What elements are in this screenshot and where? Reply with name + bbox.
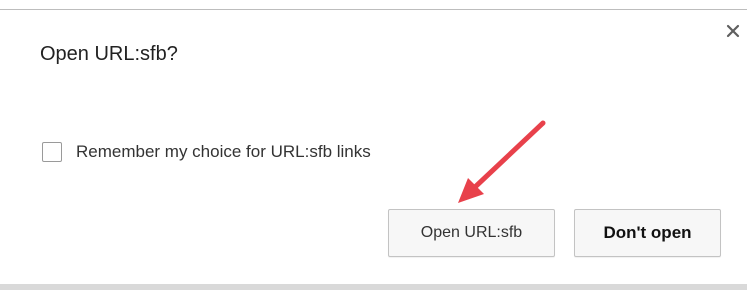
- remember-choice-label[interactable]: Remember my choice for URL:sfb links: [76, 142, 371, 162]
- close-icon[interactable]: [725, 23, 741, 39]
- close-icon-glyph: [726, 24, 740, 38]
- bottom-band: [0, 284, 747, 290]
- screenshot-frame: Open URL:sfb? Remember my choice for URL…: [0, 0, 747, 290]
- open-url-button[interactable]: Open URL:sfb: [388, 209, 555, 257]
- dont-open-button[interactable]: Don't open: [574, 209, 721, 257]
- external-protocol-dialog: Open URL:sfb? Remember my choice for URL…: [9, 10, 747, 284]
- remember-choice-checkbox[interactable]: [42, 142, 62, 162]
- dialog-title: Open URL:sfb?: [40, 43, 178, 65]
- remember-choice-row[interactable]: Remember my choice for URL:sfb links: [42, 141, 371, 163]
